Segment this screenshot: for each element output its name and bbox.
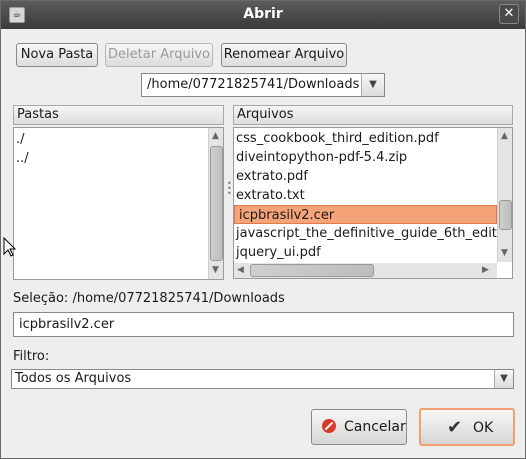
scroll-thumb[interactable] — [499, 200, 512, 230]
checkmark-icon: ✔ — [447, 417, 463, 438]
selection-path: /home/07721825741/Downloads — [72, 291, 285, 306]
ok-label: OK — [473, 420, 494, 436]
files-horizontal-scrollbar[interactable]: ◀ ▶ — [234, 263, 497, 278]
folders-vertical-scrollbar[interactable]: ▲ ▼ — [208, 128, 223, 279]
filename-field[interactable]: icpbrasilv2.cer — [13, 312, 514, 337]
delete-file-button[interactable]: Deletar Arquivo — [105, 43, 213, 67]
selection-label-row: Seleção: /home/07721825741/Downloads — [13, 291, 285, 306]
files-list[interactable]: css_cookbook_third_edition.pdf diveintop… — [233, 127, 513, 279]
file-item[interactable]: extrato.txt — [236, 186, 305, 205]
folder-item[interactable]: ../ — [16, 149, 29, 168]
file-item[interactable]: css_cookbook_third_edition.pdf — [236, 129, 439, 148]
filter-value: Todos os Arquivos — [15, 371, 132, 386]
scroll-thumb[interactable] — [210, 146, 223, 261]
cancel-label: Cancelar — [344, 419, 406, 435]
rename-file-button[interactable]: Renomear Arquivo — [221, 43, 347, 67]
window-title: Abrir — [243, 6, 283, 22]
scroll-thumb[interactable] — [250, 264, 374, 277]
chevron-down-icon[interactable]: ▼ — [494, 370, 513, 388]
new-folder-button[interactable]: Nova Pasta — [16, 43, 98, 67]
file-item[interactable]: extrato.pdf — [236, 167, 308, 186]
filename-value: icpbrasilv2.cer — [19, 317, 115, 332]
selection-label: Seleção: — [13, 291, 69, 306]
path-value: /home/07721825741/Downloads — [147, 77, 360, 92]
folder-item[interactable]: ./ — [16, 130, 25, 149]
filter-label: Filtro: — [13, 349, 50, 364]
scroll-up-icon[interactable]: ▲ — [212, 131, 219, 141]
scroll-left-icon[interactable]: ◀ — [237, 265, 244, 275]
scroll-up-icon[interactable]: ▲ — [501, 131, 508, 141]
split-pane-divider[interactable]: • • • — [227, 180, 232, 201]
ok-button[interactable]: ✔ OK — [419, 408, 515, 446]
file-item[interactable]: diveintopython-pdf-5.4.zip — [236, 148, 407, 167]
close-button[interactable]: ✕ — [499, 4, 519, 24]
path-combobox[interactable]: /home/07721825741/Downloads ▼ — [141, 73, 385, 97]
file-item[interactable]: javascript_the_definitive_guide_6th_edit… — [236, 224, 512, 243]
open-dialog: ☕ Abrir ✕ Nova Pasta Deletar Arquivo Ren… — [0, 0, 526, 459]
title-bar[interactable]: ☕ Abrir ✕ — [1, 1, 525, 29]
folders-header: Pastas — [13, 105, 224, 125]
scroll-down-icon[interactable]: ▼ — [212, 265, 219, 275]
file-item-selected[interactable]: icpbrasilv2.cer — [234, 205, 497, 224]
files-vertical-scrollbar[interactable]: ▲ ▼ — [497, 128, 512, 262]
close-icon: ✕ — [503, 6, 515, 21]
mouse-pointer-icon — [3, 237, 17, 257]
files-header: Arquivos — [233, 105, 513, 125]
file-item[interactable]: jquery_ui.pdf — [236, 243, 321, 262]
scroll-down-icon[interactable]: ▼ — [501, 248, 508, 258]
cancel-icon — [322, 419, 336, 433]
scroll-right-icon[interactable]: ▶ — [482, 265, 489, 275]
chevron-down-icon[interactable]: ▼ — [361, 74, 384, 96]
filter-combobox[interactable]: Todos os Arquivos ▼ — [11, 369, 514, 389]
folders-list[interactable]: ./ ../ ▲ ▼ — [13, 127, 224, 280]
cancel-button[interactable]: Cancelar — [311, 409, 407, 445]
